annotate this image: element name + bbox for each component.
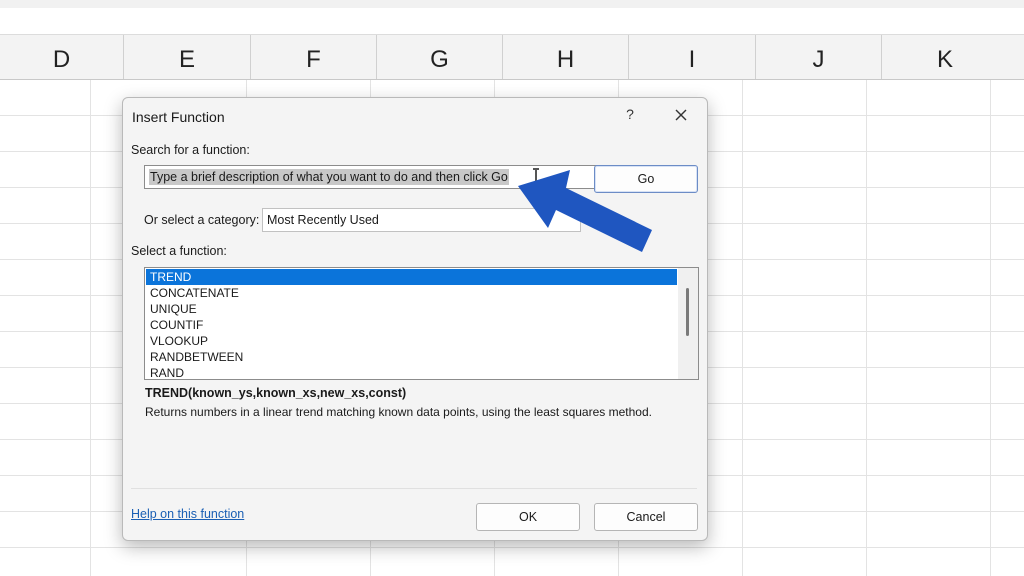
column-header-f[interactable]: F [251,35,377,79]
category-label: Or select a category: [144,213,260,227]
function-list-label: Select a function: [131,244,227,258]
column-header-g[interactable]: G [377,35,503,79]
column-header-d[interactable]: D [0,35,124,79]
list-item-concatenate[interactable]: CONCATENATE [146,285,677,301]
column-header-k[interactable]: K [882,35,1008,79]
column-header-e[interactable]: E [124,35,251,79]
function-syntax: TREND(known_ys,known_xs,new_xs,const) [145,386,407,400]
formula-bar-area [0,8,1024,35]
ok-button[interactable]: OK [476,503,580,531]
cancel-button[interactable]: Cancel [594,503,698,531]
search-label: Search for a function: [131,143,250,157]
list-item-trend[interactable]: TREND [146,269,677,285]
scrollbar-thumb[interactable] [686,288,689,336]
list-scrollbar[interactable] [678,268,698,379]
dialog-title: Insert Function [132,109,225,125]
close-icon [675,109,687,121]
pointer-arrow-icon [518,170,652,252]
function-description: Returns numbers in a linear trend matchi… [145,405,652,419]
category-value: Most Recently Used [267,213,379,227]
function-list[interactable]: TREND CONCATENATE UNIQUE COUNTIF VLOOKUP… [144,267,699,380]
list-item-vlookup[interactable]: VLOOKUP [146,333,677,349]
search-input-text[interactable]: Type a brief description of what you wan… [149,169,509,185]
list-item-unique[interactable]: UNIQUE [146,301,677,317]
help-button[interactable]: ? [623,106,637,122]
list-item-rand[interactable]: RAND [146,365,677,379]
close-button[interactable] [669,103,693,127]
column-header-i[interactable]: I [629,35,756,79]
list-item-countif[interactable]: COUNTIF [146,317,677,333]
help-on-function-link[interactable]: Help on this function [131,507,244,521]
column-header-j[interactable]: J [756,35,882,79]
column-header-h[interactable]: H [503,35,629,79]
column-headers: D E F G H I J K [0,35,1024,80]
list-item-randbetween[interactable]: RANDBETWEEN [146,349,677,365]
divider [131,488,697,489]
